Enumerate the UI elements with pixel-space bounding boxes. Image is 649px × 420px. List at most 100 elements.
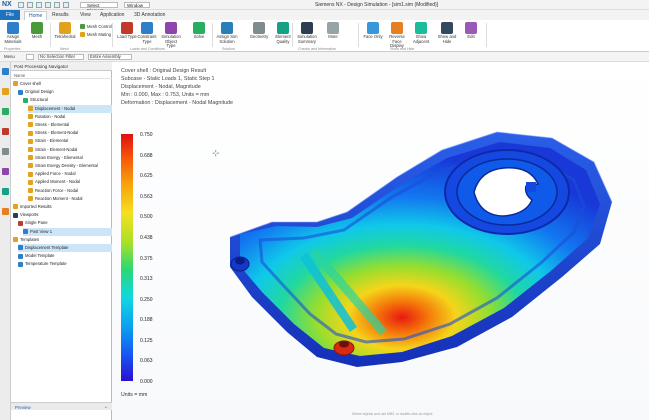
ribbon-button-solution[interactable]: Assign Sim Solution	[216, 22, 238, 44]
tree-node[interactable]: Strain - Element-Nodal	[28, 146, 112, 154]
chevron-down-icon[interactable]: ⌄	[104, 404, 108, 410]
tab-view[interactable]: View	[76, 11, 95, 20]
selection-scope-dropdown[interactable]: Entire Assembly	[90, 54, 121, 59]
ribbon-button-more[interactable]: More	[322, 22, 344, 40]
ribbon-button-simulation-object[interactable]: Simulation Object Type	[160, 22, 182, 49]
part-boss	[339, 340, 349, 348]
ribbon-button-element-quality[interactable]: Element Quality	[272, 22, 294, 44]
ribbon-button-show-hide[interactable]: Show and Hide	[436, 22, 458, 44]
more-icon	[327, 22, 339, 34]
result-icon	[28, 146, 33, 152]
ribbon-group-label: Loads and Conditions	[130, 47, 165, 51]
tree-node-label: Strain - Element-Nodal	[35, 146, 78, 152]
tree-node[interactable]: Viewports	[13, 211, 112, 219]
template-icon	[18, 245, 23, 251]
result-icon	[28, 163, 33, 169]
ribbon-button-edit[interactable]: Edit	[460, 22, 482, 40]
ribbon-button-label: Edit	[467, 34, 475, 39]
tree-node[interactable]: Strain - Elemental	[28, 137, 112, 145]
ribbon-button-label: Assign Sim Solution	[216, 34, 238, 44]
load-icon	[121, 22, 133, 34]
nx-logo: NX	[2, 1, 12, 8]
ribbon-button-tetrahedral-mesh[interactable]: Tetrahedral	[54, 22, 76, 40]
tree-node[interactable]: Original Design	[18, 88, 112, 96]
tree-node-label: Reaction Moment - Nodal	[35, 195, 83, 201]
tree-node[interactable]: Templates	[13, 236, 112, 244]
redo-icon[interactable]	[36, 2, 42, 8]
tree-node[interactable]: Structural	[23, 96, 112, 104]
tab-application[interactable]: Application	[96, 11, 128, 20]
tree-node[interactable]: Stress - Elemental	[28, 121, 112, 129]
tree-node-label: Applied Moment - Nodal	[35, 179, 80, 185]
roles-icon[interactable]	[2, 168, 9, 175]
assembly-navigator-icon[interactable]	[2, 88, 9, 95]
ribbon-button-assign-materials[interactable]: Assign Materials	[2, 22, 24, 44]
tree-node[interactable]: Reaction Force - Nodal	[28, 187, 112, 195]
paste-icon[interactable]	[63, 2, 69, 8]
web-browser-icon[interactable]	[2, 188, 9, 195]
part-boss	[235, 257, 245, 265]
preview-panel-toggle[interactable]: Preview ⌄	[11, 402, 112, 410]
ribbon-tab-bar: File Home Results View Application 3D An…	[0, 10, 649, 20]
ribbon-small-button[interactable]: Mesh Mating	[80, 32, 111, 38]
tree-node-label: Post View 1	[30, 228, 53, 234]
file-tab[interactable]: File	[0, 10, 20, 20]
ribbon-button-constraint[interactable]: Constraint Type	[136, 22, 158, 44]
name-column[interactable]: Name	[14, 73, 25, 78]
ribbon-button-mesh[interactable]: Mesh	[26, 22, 48, 40]
cut-icon[interactable]	[45, 2, 51, 8]
tree-node-label: Model Template	[25, 253, 55, 259]
tree-node[interactable]: Applied Moment - Nodal	[28, 178, 112, 186]
menu-button[interactable]: Menu	[4, 54, 15, 59]
tree-node[interactable]: Strain Energy Density - Elemental	[28, 162, 112, 170]
ribbon-button-simulation-summary[interactable]: Simulation Summary	[296, 22, 318, 44]
copy-icon[interactable]	[54, 2, 60, 8]
tab-3d-annotation[interactable]: 3D Annotation	[130, 11, 169, 20]
tree-node[interactable]: Post View 1	[23, 227, 112, 236]
tree-node-label: Stress - Elemental	[35, 122, 70, 127]
tab-results[interactable]: Results	[48, 11, 73, 20]
simulation-navigator-icon[interactable]	[2, 108, 9, 115]
tree-node[interactable]: Displacement Template	[18, 244, 112, 252]
tree-node-label: Viewports	[20, 212, 39, 218]
tab-home[interactable]: Home	[24, 11, 48, 20]
save-icon[interactable]	[18, 2, 24, 8]
ribbon-button-reverse-face[interactable]: Reverse Face Display	[386, 22, 408, 49]
select-element-toggle[interactable]: Select Element	[80, 2, 118, 13]
element-quality-icon	[277, 22, 289, 34]
ribbon-button-solve[interactable]: Solve	[188, 22, 210, 40]
tree-node[interactable]: Model Template	[18, 252, 112, 260]
ribbon-button-label: Load Type	[117, 34, 137, 39]
window-menu[interactable]: Window	[124, 2, 150, 8]
ribbon-button-face-only[interactable]: Face Only	[362, 22, 384, 40]
tree-node[interactable]: Imported Results	[13, 203, 112, 211]
fea-model-view[interactable]	[112, 62, 649, 420]
ribbon-group-divider	[112, 23, 113, 47]
tree-node[interactable]: Reaction Moment - Nodal	[28, 195, 112, 203]
tree-node-label: Single Pane	[25, 220, 48, 226]
post-processing-navigator-icon[interactable]	[2, 128, 9, 135]
history-icon[interactable]	[2, 148, 9, 155]
ribbon-small-button[interactable]: Mesh Control	[80, 24, 112, 30]
tree-node[interactable]: Single Pane	[18, 219, 112, 227]
part-navigator-icon[interactable]	[2, 68, 9, 75]
tree-node[interactable]: Applied Force - Nodal	[28, 170, 112, 178]
undo-icon[interactable]	[27, 2, 33, 8]
tree-node[interactable]: Rotation - Nodal	[28, 113, 112, 121]
selection-filter-dropdown[interactable]: No Selection Filter	[40, 54, 75, 59]
ribbon-group-divider	[212, 23, 213, 47]
palette-icon[interactable]	[2, 208, 9, 215]
tree-node[interactable]: Stress - Element-Nodal	[28, 129, 112, 137]
tree-node[interactable]: Displacement - Nodal	[28, 104, 112, 113]
tree-node[interactable]: Cover shell	[13, 80, 112, 88]
tree-node[interactable]: Temperature Template	[18, 260, 112, 268]
ribbon-button-geometry[interactable]: Geometry	[248, 22, 270, 40]
ribbon-button-load[interactable]: Load Type	[116, 22, 138, 40]
tree-node[interactable]: Strain Energy - Elemental	[28, 154, 112, 162]
snap-icon[interactable]	[26, 54, 34, 60]
ribbon-button-show-adjacent[interactable]: Show Adjacent	[410, 22, 432, 44]
template-icon	[18, 253, 23, 259]
tree-node-label: Displacement Template	[25, 245, 69, 250]
tree-node-label: Stress - Element-Nodal	[35, 130, 79, 136]
graphics-window[interactable]: Cover shell : Original Design Result Subc…	[112, 62, 649, 420]
